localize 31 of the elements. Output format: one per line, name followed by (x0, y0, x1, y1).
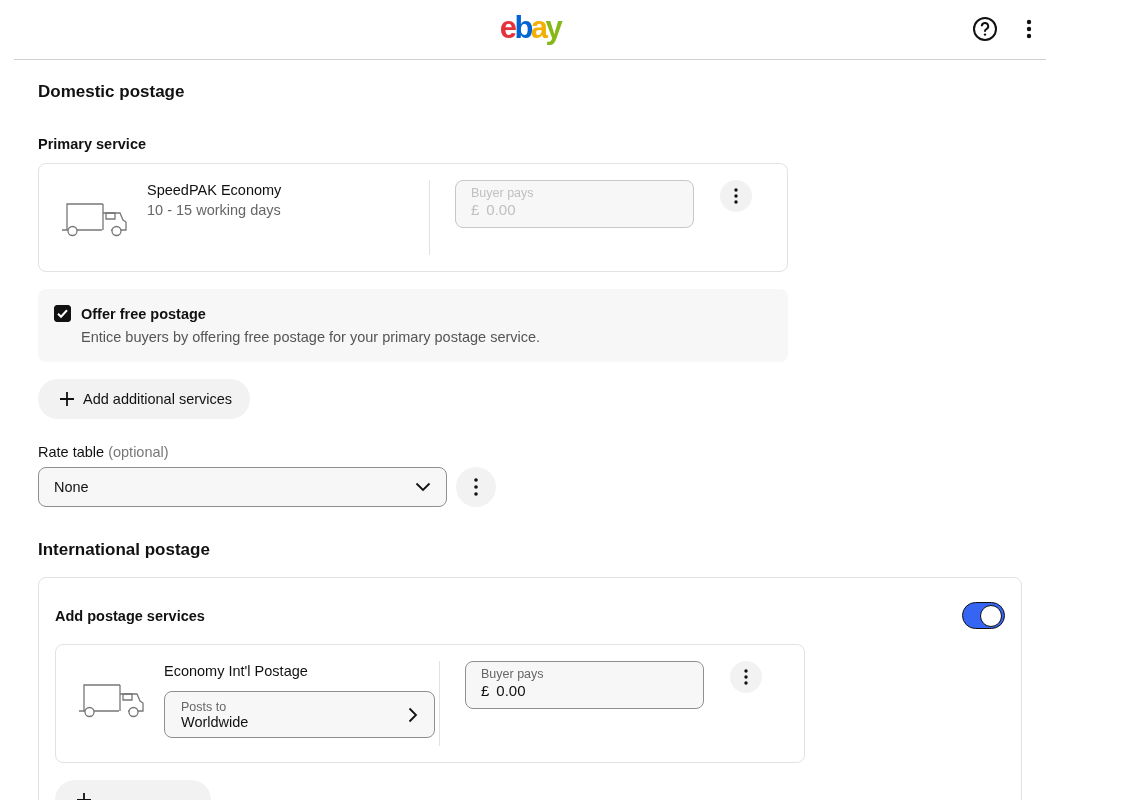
toggle-switch[interactable] (962, 602, 1005, 629)
optional-hint: (optional) (108, 444, 169, 460)
field-label: Rate table (38, 444, 105, 460)
checkbox[interactable] (54, 305, 71, 322)
more-options-button[interactable] (730, 661, 762, 693)
truck-icon (78, 681, 144, 719)
delivery-time: 10 - 15 working days (147, 202, 282, 218)
more-icon[interactable] (1026, 19, 1032, 39)
more-icon (744, 669, 748, 685)
section-title: International postage (38, 540, 211, 560)
description: Entice buyers by offering free postage for your primary postage service. (81, 329, 542, 345)
buyer-pays-field[interactable]: Buyer pays £ 0.00 (465, 661, 704, 709)
checkbox-label: Offer free postage (81, 305, 206, 322)
add-services-button[interactable]: Add additional services (38, 379, 251, 419)
ebay-logo[interactable]: ebay (499, 9, 561, 46)
chevron-right-icon (408, 706, 418, 723)
more-options-button[interactable] (456, 467, 496, 507)
section-label: Add postage services (55, 607, 205, 624)
plus-icon (60, 392, 74, 406)
more-options-button[interactable] (720, 180, 752, 212)
service-name: SpeedPAK Economy (147, 182, 283, 198)
more-icon (734, 188, 738, 204)
section-title: Domestic postage (38, 82, 186, 102)
more-icon (474, 478, 478, 496)
posts-to-selector[interactable]: Posts to Worldwide (164, 691, 435, 738)
chevron-down-icon (415, 482, 431, 492)
truck-icon (61, 200, 127, 238)
help-icon[interactable] (972, 16, 998, 42)
field-label: Primary service (38, 136, 147, 152)
service-name: Economy Int'l Postage (164, 663, 309, 679)
rate-table-dropdown[interactable]: None (38, 467, 447, 507)
